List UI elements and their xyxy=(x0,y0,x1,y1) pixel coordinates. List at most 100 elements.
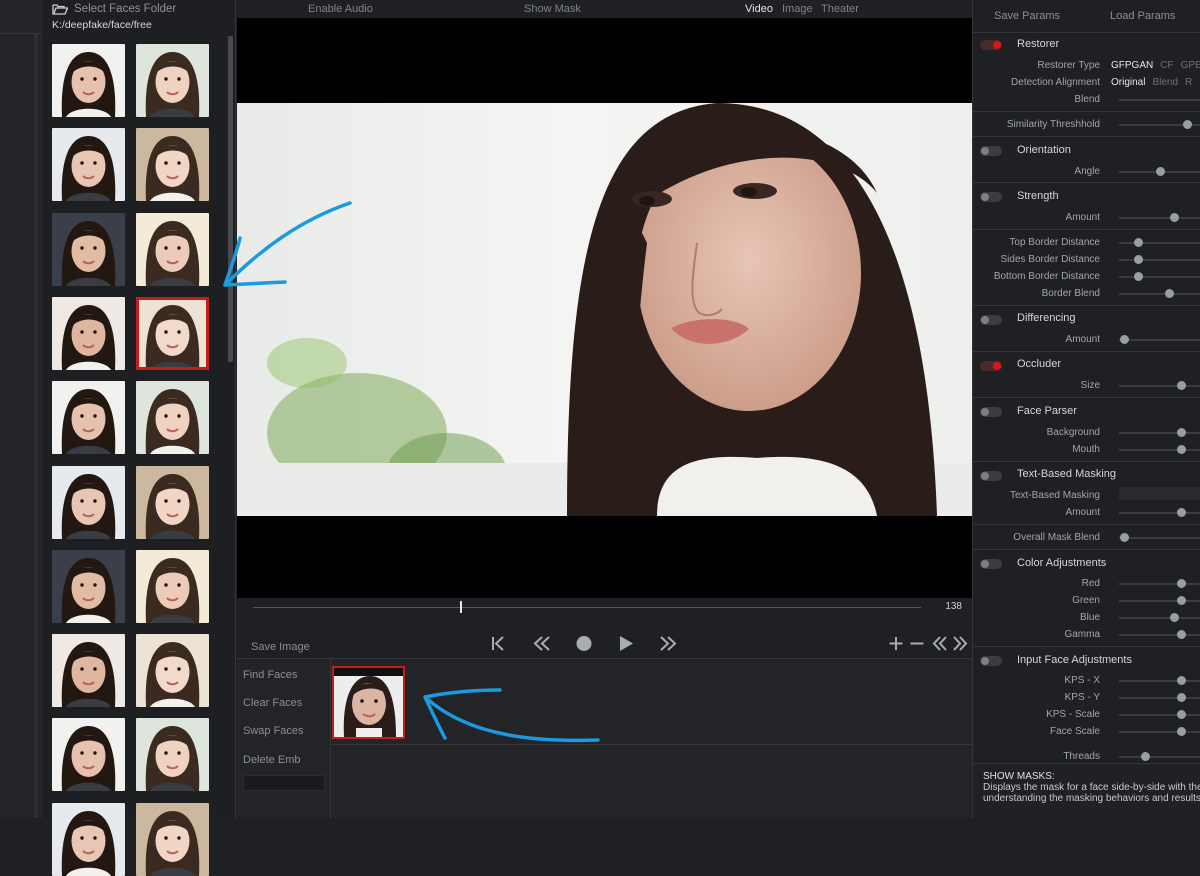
play-icon[interactable] xyxy=(617,634,635,652)
clear-faces-button[interactable]: Clear Faces xyxy=(243,697,302,709)
text-masking-amount-slider[interactable] xyxy=(1119,508,1200,517)
find-faces-button[interactable]: Find Faces xyxy=(243,669,297,681)
add-marker-icon[interactable] xyxy=(888,634,904,652)
timeline-slider[interactable] xyxy=(253,607,921,608)
remove-marker-icon[interactable] xyxy=(909,634,925,652)
bottom-border-distance-slider[interactable] xyxy=(1119,272,1200,281)
green-slider[interactable] xyxy=(1119,596,1200,605)
face-image xyxy=(52,718,125,791)
occluder-size-slider[interactable] xyxy=(1119,381,1200,390)
detection-alignment-selected[interactable]: Original xyxy=(1111,77,1145,88)
detection-alignment-option[interactable]: Blend xyxy=(1152,77,1178,88)
threads-slider[interactable] xyxy=(1119,752,1200,761)
face-thumbnail[interactable] xyxy=(136,550,209,623)
face-parser-toggle[interactable] xyxy=(980,407,1002,417)
kps-scale-label: KPS - Scale xyxy=(1046,709,1100,720)
mouth-slider[interactable] xyxy=(1119,445,1200,454)
tab-image[interactable]: Image xyxy=(782,3,813,15)
enable-audio-button[interactable]: Enable Audio xyxy=(308,3,373,15)
similarity-threshold-slider[interactable] xyxy=(1119,120,1200,129)
red-label: Red xyxy=(1081,578,1100,589)
face-thumbnail[interactable] xyxy=(136,128,209,201)
delete-emb-button[interactable]: Delete Emb xyxy=(243,754,300,766)
embedding-name-input[interactable] xyxy=(243,775,325,791)
restorer-type-option[interactable]: GPE xyxy=(1181,60,1200,71)
restorer-type-selected[interactable]: GFPGAN xyxy=(1111,60,1153,71)
face-thumbnail[interactable] xyxy=(136,213,209,286)
fast-forward-icon[interactable] xyxy=(658,634,678,652)
rewind-icon[interactable] xyxy=(532,634,552,652)
color-adjustments-toggle[interactable] xyxy=(980,559,1002,569)
orientation-toggle[interactable] xyxy=(980,146,1002,156)
differencing-toggle[interactable] xyxy=(980,315,1002,325)
face-thumbnail[interactable] xyxy=(136,44,209,117)
occluder-toggle[interactable] xyxy=(980,361,1002,371)
load-params-button[interactable]: Load Params xyxy=(1110,10,1175,22)
text-based-masking-input[interactable] xyxy=(1119,487,1200,500)
previous-marker-icon[interactable] xyxy=(931,634,949,652)
faces-scrollbar[interactable] xyxy=(228,36,233,362)
text-based-masking-toggle[interactable] xyxy=(980,471,1002,481)
kps-y-slider[interactable] xyxy=(1119,693,1200,702)
face-thumbnail[interactable] xyxy=(52,44,125,117)
record-icon[interactable] xyxy=(575,634,593,652)
differencing-amount-slider[interactable] xyxy=(1119,335,1200,344)
face-thumbnail[interactable] xyxy=(136,718,209,791)
detection-alignment-option[interactable]: R xyxy=(1185,77,1192,88)
face-thumbnail[interactable] xyxy=(52,381,125,454)
face-thumbnail[interactable] xyxy=(136,381,209,454)
left-strip-scrollbar[interactable] xyxy=(34,34,38,818)
kps-scale-slider[interactable] xyxy=(1119,710,1200,719)
detection-alignment-selector[interactable]: Original Blend R xyxy=(1111,77,1192,88)
background-slider[interactable] xyxy=(1119,428,1200,437)
save-params-button[interactable]: Save Params xyxy=(994,10,1060,22)
restorer-toggle[interactable] xyxy=(980,40,1002,50)
face-thumbnail[interactable] xyxy=(136,634,209,707)
restorer-type-selector[interactable]: GFPGAN CF GPE xyxy=(1111,60,1200,71)
overall-mask-blend-slider[interactable] xyxy=(1119,533,1200,542)
face-thumbnail[interactable] xyxy=(136,466,209,539)
swap-faces-button[interactable]: Swap Faces xyxy=(243,725,304,737)
border-blend-slider[interactable] xyxy=(1119,289,1200,298)
face-thumbnail[interactable] xyxy=(52,128,125,201)
face-thumbnail-selected[interactable] xyxy=(136,297,209,370)
input-face-adjustments-toggle[interactable] xyxy=(980,656,1002,666)
restorer-type-option[interactable]: CF xyxy=(1160,60,1173,71)
help-text-panel: SHOW MASKS: Displays the mask for a face… xyxy=(973,763,1200,818)
help-line: understanding the masking behaviors and … xyxy=(983,793,1200,804)
video-viewer[interactable] xyxy=(237,18,972,598)
select-faces-folder-label: Select Faces Folder xyxy=(74,3,177,15)
angle-slider[interactable] xyxy=(1119,167,1200,176)
gamma-slider[interactable] xyxy=(1119,630,1200,639)
blue-slider[interactable] xyxy=(1119,613,1200,622)
strength-amount-slider[interactable] xyxy=(1119,213,1200,222)
face-image xyxy=(136,44,209,117)
tab-theater[interactable]: Theater xyxy=(821,3,859,15)
folder-path: K:/deepfake/face/free xyxy=(52,19,152,31)
found-face-image xyxy=(334,668,403,737)
face-scale-slider[interactable] xyxy=(1119,727,1200,736)
strength-toggle[interactable] xyxy=(980,192,1002,202)
face-thumbnail[interactable] xyxy=(52,466,125,539)
face-thumbnail[interactable] xyxy=(52,803,125,876)
kps-x-slider[interactable] xyxy=(1119,676,1200,685)
face-thumbnail[interactable] xyxy=(52,213,125,286)
red-slider[interactable] xyxy=(1119,579,1200,588)
face-thumbnail[interactable] xyxy=(136,803,209,876)
tab-video[interactable]: Video xyxy=(745,3,773,15)
timeline-handle[interactable] xyxy=(460,601,462,613)
top-border-distance-slider[interactable] xyxy=(1119,238,1200,247)
face-thumbnail[interactable] xyxy=(52,634,125,707)
select-faces-folder-button[interactable]: Select Faces Folder xyxy=(52,3,176,15)
face-thumbnail[interactable] xyxy=(52,297,125,370)
skip-to-start-icon[interactable] xyxy=(490,634,506,652)
blend-slider[interactable] xyxy=(1119,99,1200,101)
show-mask-button[interactable]: Show Mask xyxy=(524,3,581,15)
face-image xyxy=(52,634,125,707)
face-thumbnail[interactable] xyxy=(52,718,125,791)
found-face-thumbnail[interactable] xyxy=(332,666,405,739)
face-thumbnail[interactable] xyxy=(52,550,125,623)
sides-border-distance-slider[interactable] xyxy=(1119,255,1200,264)
next-marker-icon[interactable] xyxy=(951,634,969,652)
save-image-button[interactable]: Save Image xyxy=(251,641,310,653)
